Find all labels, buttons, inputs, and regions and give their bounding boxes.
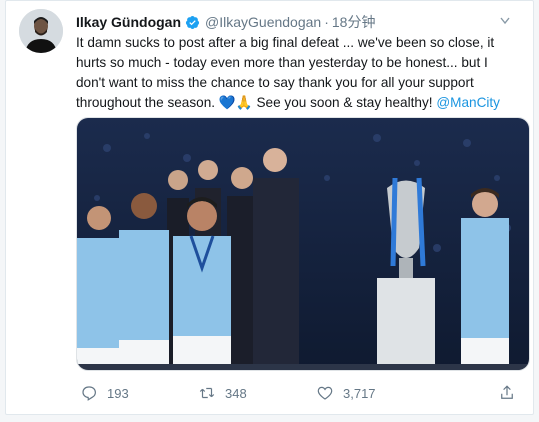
author-handle[interactable]: @IlkayGuendogan	[205, 14, 321, 30]
reply-button[interactable]: 193	[80, 384, 198, 402]
tweet-photo[interactable]	[76, 117, 530, 371]
avatar[interactable]	[19, 9, 63, 53]
retweet-count: 348	[225, 385, 247, 401]
retweet-icon	[199, 387, 215, 399]
reply-count: 193	[107, 385, 129, 401]
share-icon[interactable]	[498, 384, 516, 402]
tweet-card: Ilkay Gündogan @IlkayGuendogan · 18分钟 It…	[5, 0, 534, 415]
tweet-header: Ilkay Gündogan @IlkayGuendogan · 18分钟	[76, 12, 513, 32]
like-count: 3,717	[343, 385, 376, 401]
mention-link[interactable]: @ManCity	[436, 95, 500, 110]
like-button[interactable]: 3,717	[316, 384, 434, 402]
separator-dot: ·	[324, 14, 329, 30]
author-name[interactable]: Ilkay Gündogan	[76, 14, 181, 30]
avatar-image	[19, 9, 63, 53]
heart-icon	[317, 386, 333, 400]
tweet-text: It damn sucks to post after a big final …	[76, 33, 516, 113]
more-options-icon[interactable]	[499, 13, 517, 27]
reply-icon	[82, 386, 96, 401]
verified-badge-icon	[185, 15, 200, 29]
stadium-photo	[77, 118, 529, 370]
tweet-body: It damn sucks to post after a big final …	[76, 35, 495, 110]
retweet-button[interactable]: 348	[198, 384, 316, 402]
tweet-actions: 193 348 3,717	[80, 383, 520, 403]
timestamp[interactable]: 18分钟	[332, 12, 376, 32]
